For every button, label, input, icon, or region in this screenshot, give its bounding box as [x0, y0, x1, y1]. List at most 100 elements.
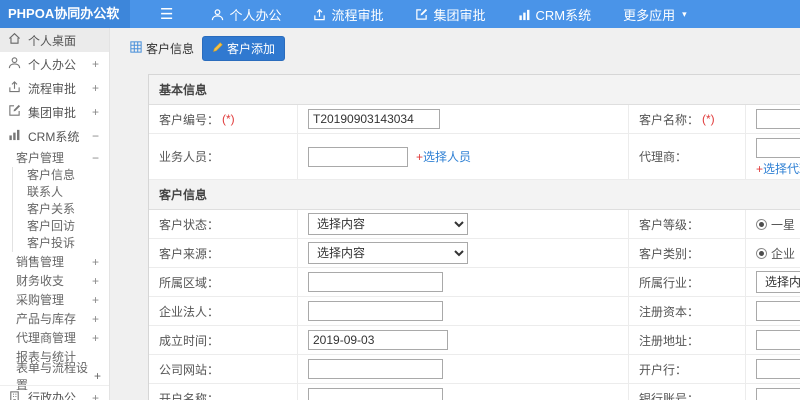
edit-icon [415, 8, 428, 21]
expand-icon[interactable]: + [94, 369, 101, 383]
field-label: 客户来源： [149, 239, 298, 268]
sidebar-item-customer-followup[interactable]: 客户回访 [13, 218, 109, 235]
select-personnel-link[interactable]: +选择人员 [416, 148, 471, 165]
building-icon [8, 390, 21, 400]
bank-input[interactable] [756, 359, 800, 379]
sidebar-item-customer-complaints[interactable]: 客户投诉 [13, 235, 109, 252]
field-label: 成立时间： [149, 326, 298, 355]
sidebar-item-personal-office[interactable]: 个人办公 + [0, 52, 109, 76]
sidebar-item-label: 集团审批 [28, 105, 77, 120]
sidebar-item-group-approval[interactable]: 集团审批 + [0, 100, 109, 124]
topbar: PHPOA协同办公软件 ☰ 个人办公 流程审批 集团审批 CRM系统 更多应用 … [0, 0, 800, 49]
field-label: 公司网站： [149, 355, 298, 384]
expand-icon[interactable]: + [92, 312, 101, 326]
label-text: 企业法人： [159, 304, 220, 319]
registered-address-input[interactable] [756, 330, 800, 350]
tab-bar: 客户信息 客户添加 [110, 28, 800, 67]
field-cell [298, 297, 629, 326]
expand-icon[interactable]: + [92, 293, 101, 307]
label-text: 公司网站： [159, 362, 220, 377]
expand-icon[interactable]: + [92, 331, 101, 345]
label-text: 注册地址： [639, 333, 700, 348]
field-label: 银行账号： [629, 384, 746, 400]
sidebar-item-agent-management[interactable]: 代理商管理 + [0, 328, 109, 347]
section-header-customer-info: 客户信息 [149, 180, 800, 210]
sidebar-item-customer-info[interactable]: 客户信息 [13, 167, 109, 184]
customer-source-select[interactable]: 选择内容 [308, 242, 468, 264]
sidebar-item-admin-office[interactable]: 行政办公 + [0, 385, 109, 400]
sidebar-item-finance[interactable]: 财务收支 + [0, 271, 109, 290]
link-text: 选择人员 [423, 150, 472, 164]
field-label: 企业法人： [149, 297, 298, 326]
registered-capital-input[interactable] [756, 301, 800, 321]
nav-more-apps[interactable]: 更多应用 ▾ [607, 0, 703, 28]
sidebar-item-workflow-approval[interactable]: 流程审批 + [0, 76, 109, 100]
bank-account-input[interactable] [756, 388, 800, 400]
field-cell [298, 326, 629, 355]
sidebar-item-label: 个人办公 [28, 57, 77, 72]
nav-label: 集团审批 [433, 7, 486, 23]
field-cell [746, 384, 800, 400]
label-text: 银行账号： [639, 391, 700, 400]
website-input[interactable] [308, 359, 443, 379]
field-cell [298, 105, 629, 134]
legal-person-input[interactable] [308, 301, 443, 321]
sidebar-item-label: 产品与库存 [16, 312, 77, 326]
required-marker: (*) [702, 112, 715, 126]
customer-level-radio[interactable] [756, 218, 767, 230]
field-cell [298, 268, 629, 297]
field-cell: 一星 [746, 210, 800, 239]
field-label: 注册资本： [629, 297, 746, 326]
sidebar-item-sales-management[interactable]: 销售管理 + [0, 252, 109, 271]
sidebar-item-form-workflow-settings[interactable]: 表单与流程设置 + [0, 361, 109, 392]
agent-input[interactable] [756, 138, 800, 158]
expand-icon[interactable]: + [92, 105, 101, 119]
customer-no-input[interactable] [308, 109, 440, 129]
nav-workflow-approval[interactable]: 流程审批 [297, 0, 399, 28]
salesperson-input[interactable] [308, 146, 408, 167]
sidebar: 个人桌面 个人办公 + 流程审批 + 集团审批 + CRM系统 − 客户管理 −… [0, 28, 110, 400]
label-text: 代理商： [639, 150, 688, 164]
nav-personal-office[interactable]: 个人办公 [195, 0, 297, 28]
sidebar-item-customer-management[interactable]: 客户管理 − [0, 148, 109, 167]
field-label: 客户状态： [149, 210, 298, 239]
plus-marker: + [756, 162, 764, 176]
expand-icon[interactable]: + [92, 57, 101, 71]
expand-icon[interactable]: + [92, 391, 101, 400]
sidebar-item-crm-system[interactable]: CRM系统 − [0, 124, 109, 148]
sidebar-item-label: 代理商管理 [16, 331, 77, 345]
collapse-icon[interactable]: − [92, 129, 101, 143]
label-text: 所属区域： [159, 275, 220, 290]
account-name-input[interactable] [308, 388, 443, 400]
edit-icon [8, 104, 21, 120]
select-agent-link[interactable]: +选择代理商 [756, 160, 800, 177]
sidebar-item-customer-relations[interactable]: 客户关系 [13, 201, 109, 218]
founded-date-input[interactable] [308, 330, 448, 350]
customer-category-radio[interactable] [756, 247, 767, 259]
expand-icon[interactable]: + [92, 255, 101, 269]
industry-select[interactable]: 选择内容 [756, 271, 800, 293]
customer-status-select[interactable]: 选择内容 [308, 213, 468, 235]
field-label: 客户类别： [629, 239, 746, 268]
chart-icon [8, 128, 21, 144]
field-cell [746, 355, 800, 384]
sidebar-item-desktop[interactable]: 个人桌面 [0, 28, 109, 52]
field-cell [746, 326, 800, 355]
menu-icon[interactable]: ☰ [160, 5, 173, 23]
field-label: 代理商： [629, 134, 746, 180]
field-label: 注册地址： [629, 326, 746, 355]
nav-crm-system[interactable]: CRM系统 [502, 0, 608, 28]
tab-customer-add[interactable]: 客户添加 [202, 36, 286, 61]
sidebar-item-products-inventory[interactable]: 产品与库存 + [0, 309, 109, 328]
sidebar-item-purchasing[interactable]: 采购管理 + [0, 290, 109, 309]
expand-icon[interactable]: + [92, 274, 101, 288]
radio-label: 企业 [771, 246, 796, 261]
nav-group-approval[interactable]: 集团审批 [399, 0, 501, 28]
home-icon [8, 32, 21, 48]
customer-name-input[interactable] [756, 109, 800, 129]
sidebar-item-contacts[interactable]: 联系人 [13, 184, 109, 201]
tab-customer-info[interactable]: 客户信息 [130, 40, 194, 57]
expand-icon[interactable]: + [92, 81, 101, 95]
region-input[interactable] [308, 272, 443, 292]
collapse-icon[interactable]: − [92, 151, 101, 165]
